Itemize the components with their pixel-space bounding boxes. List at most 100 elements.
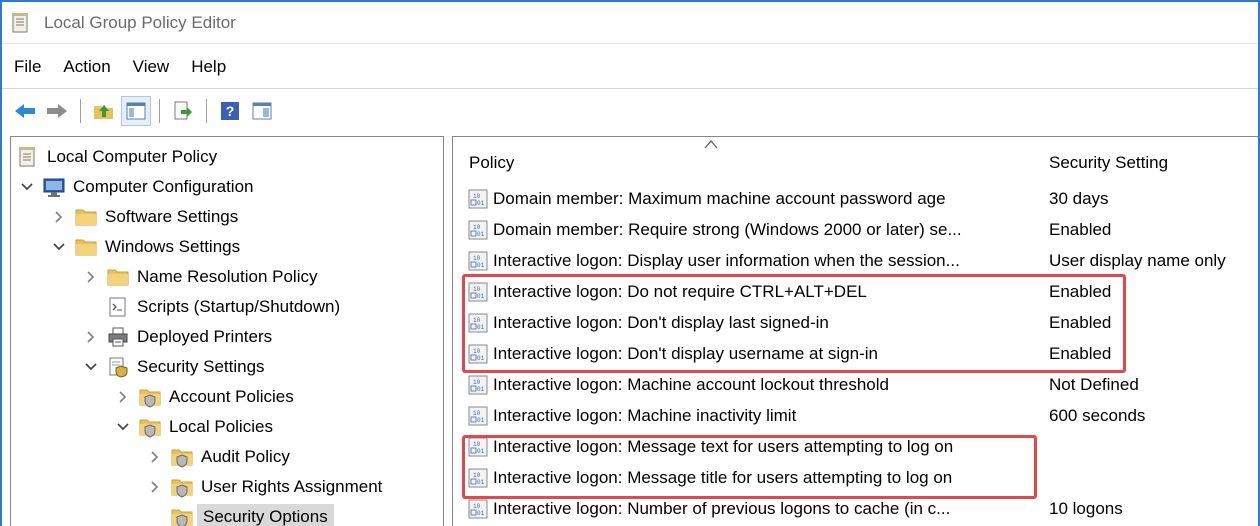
script-icon: [107, 296, 129, 318]
tree-item[interactable]: Software Settings: [49, 202, 238, 232]
chevron-right-icon[interactable]: [145, 477, 165, 497]
tree-item[interactable]: Name Resolution Policy: [81, 262, 317, 292]
menu-help[interactable]: Help: [181, 57, 238, 77]
policy-item-icon: 10 01: [467, 374, 489, 396]
title-bar: Local Group Policy Editor: [2, 2, 1258, 44]
security-setting-value: 30 days: [1049, 188, 1109, 208]
menu-action[interactable]: Action: [53, 57, 122, 77]
highlight-box-message-policies: [462, 435, 1037, 499]
policy-name: Domain member: Require strong (Windows 2…: [493, 219, 962, 239]
svg-text:10: 10: [473, 224, 481, 231]
tree-item-label: Computer Configuration: [73, 177, 254, 196]
tree-item[interactable]: Audit Policy: [145, 442, 290, 472]
folder-icon: [75, 206, 97, 228]
chevron-right-icon[interactable]: [81, 267, 101, 287]
chevron-down-icon[interactable]: [81, 357, 101, 377]
policy-item-icon: 10 01: [467, 498, 489, 520]
tree-item[interactable]: Security Options: [145, 502, 334, 526]
policy-list-pane: Policy Security Setting 10 01 Domain membe…: [452, 136, 1258, 526]
app-window: Local Group Policy Editor File Action Vi…: [0, 0, 1260, 526]
chevron-right-icon[interactable]: [49, 207, 69, 227]
tree-item-label: Security Options: [197, 504, 334, 526]
policy-item-icon: 10 01: [467, 250, 489, 272]
policy-item-icon: 10 01: [467, 219, 489, 241]
column-header-policy[interactable]: Policy: [469, 137, 1039, 177]
policy-editor-app-icon: [10, 12, 32, 34]
tree-item[interactable]: Deployed Printers: [81, 322, 272, 352]
policy-name: Interactive logon: Display user informat…: [493, 250, 960, 270]
chevron-down-icon[interactable]: [17, 177, 37, 197]
chevron-right-icon[interactable]: [145, 447, 165, 467]
table-row[interactable]: 10 01 Interactive logon: Machine account l…: [453, 369, 1258, 400]
svg-text:10: 10: [473, 193, 481, 200]
tree-item-label: Scripts (Startup/Shutdown): [137, 297, 341, 316]
tree-item-label: User Rights Assignment: [201, 477, 383, 496]
security-setting-value: User display name only: [1049, 250, 1226, 270]
policy-name: Domain member: Maximum machine account p…: [493, 188, 946, 208]
menu-file[interactable]: File: [2, 57, 53, 77]
tree-item-label: Security Settings: [137, 357, 265, 376]
tree-item-label: Account Policies: [169, 387, 294, 406]
tree-item-label: Deployed Printers: [137, 327, 273, 346]
secure-folder-icon: [139, 416, 161, 438]
policy-doc-icon: [17, 146, 39, 168]
toolbar: ?: [2, 94, 279, 128]
svg-text:10: 10: [473, 255, 481, 262]
svg-text:01: 01: [477, 262, 485, 269]
help-icon[interactable]: ?: [215, 96, 245, 126]
tree-item[interactable]: Account Policies: [113, 382, 294, 412]
tree-item[interactable]: Computer Configuration: [17, 172, 253, 202]
tree-item[interactable]: Security Settings: [81, 352, 265, 382]
window-title: Local Group Policy Editor: [44, 12, 236, 32]
toolbar-separator: [80, 99, 81, 123]
table-row[interactable]: 10 01 Domain member: Maximum machine accou…: [453, 183, 1258, 214]
tree-item[interactable]: Scripts (Startup/Shutdown): [81, 292, 340, 322]
chevron-right-icon[interactable]: [81, 327, 101, 347]
back-icon[interactable]: [10, 96, 40, 126]
tree-item[interactable]: Local Policies: [113, 412, 273, 442]
export-list-icon[interactable]: [168, 96, 198, 126]
tree-pane: Local Computer Policy Computer Configurat…: [10, 136, 444, 526]
menu-view[interactable]: View: [123, 57, 182, 77]
tree-item[interactable]: Windows Settings: [49, 232, 240, 262]
tree-item-label: Software Settings: [105, 207, 239, 226]
table-row[interactable]: 10 01 Domain member: Require strong (Windo…: [453, 214, 1258, 245]
tree-item-label: Windows Settings: [105, 237, 241, 256]
computer-icon: [43, 176, 65, 198]
policy-name: Interactive logon: Number of previous lo…: [493, 498, 951, 518]
table-row[interactable]: 10 01 Interactive logon: Machine inactivit…: [453, 400, 1258, 431]
column-header-security-setting[interactable]: Security Setting: [1049, 137, 1258, 177]
menu-bar: File Action View Help: [2, 52, 238, 82]
svg-text:10: 10: [473, 410, 481, 417]
properties-icon[interactable]: [247, 96, 277, 126]
policy-item-icon: 10 01: [467, 405, 489, 427]
svg-text:10: 10: [473, 503, 481, 510]
secure-folder-icon: [139, 386, 161, 408]
security-setting-value: Not Defined: [1049, 374, 1139, 394]
policy-name: Interactive logon: Machine inactivity li…: [493, 405, 797, 425]
chevron-right-icon[interactable]: [113, 387, 133, 407]
forward-icon[interactable]: [42, 96, 72, 126]
chevron-down-icon[interactable]: [113, 417, 133, 437]
secure-folder-icon: [171, 476, 193, 498]
tree-item-label: Local Computer Policy: [47, 147, 218, 166]
chevron-down-icon[interactable]: [49, 237, 69, 257]
tree-item[interactable]: User Rights Assignment: [145, 472, 382, 502]
security-setting-value: 600 seconds: [1049, 405, 1146, 425]
secure-folder-icon: [171, 446, 193, 468]
table-row[interactable]: 10 01 Interactive logon: Display user info…: [453, 245, 1258, 276]
tree-item[interactable]: Local Computer Policy: [17, 142, 217, 172]
toolbar-separator: [206, 99, 207, 123]
up-folder-icon[interactable]: [89, 96, 119, 126]
security-setting-value: Enabled: [1049, 219, 1112, 239]
svg-text:01: 01: [477, 510, 485, 517]
printer-icon: [107, 326, 129, 348]
toolbar-separator: [159, 99, 160, 123]
show-hide-tree-icon[interactable]: [121, 96, 151, 126]
security-setting-value: 10 logons: [1049, 498, 1123, 518]
tree-item-label: Local Policies: [169, 417, 273, 436]
svg-text:10: 10: [473, 379, 481, 386]
tree-item-label: Name Resolution Policy: [137, 267, 318, 286]
